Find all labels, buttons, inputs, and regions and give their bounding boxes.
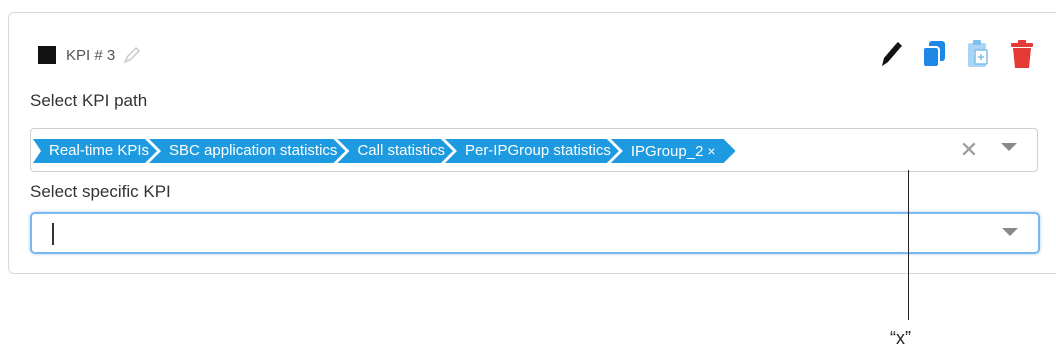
crumb-ipgroup-2[interactable]: IPGroup_2 ×	[611, 139, 736, 163]
specific-kpi-input[interactable]	[30, 212, 1040, 254]
edit-button[interactable]	[876, 38, 904, 70]
kpi-color-swatch[interactable]	[38, 46, 56, 64]
kpi-header: KPI # 3	[38, 44, 143, 66]
breadcrumb: Real-time KPIs SBC application statistic…	[33, 139, 728, 163]
crumb-ipgroup-2-label: IPGroup_2	[630, 143, 704, 160]
kpi-actions	[876, 38, 1036, 70]
trash-icon	[1011, 40, 1033, 68]
copy-button[interactable]	[920, 38, 948, 70]
text-caret	[52, 223, 54, 245]
paste-button[interactable]	[964, 38, 992, 70]
chevron-down-icon[interactable]	[1001, 143, 1017, 151]
remove-crumb-icon[interactable]: ×	[707, 143, 715, 159]
clear-path-icon[interactable]: ✕	[959, 137, 979, 163]
crumb-realtime-kpis[interactable]: Real-time KPIs	[33, 139, 157, 163]
crumb-per-ipgroup-statistics[interactable]: Per-IPGroup statistics	[445, 139, 619, 163]
delete-button[interactable]	[1008, 38, 1036, 70]
specific-kpi-label: Select specific KPI	[30, 182, 171, 201]
crumb-sbc-application-statistics[interactable]: SBC application statistics	[149, 139, 345, 163]
copy-icon	[922, 41, 945, 68]
kpi-title: KPI # 3	[66, 46, 116, 64]
kpi-path-label: Select KPI path	[30, 91, 148, 110]
paste-icon	[968, 40, 988, 67]
callout-label: “x”	[890, 328, 911, 348]
pencil-outline-icon[interactable]	[121, 44, 143, 66]
kpi-path-select[interactable]: Real-time KPIs SBC application statistic…	[30, 128, 1038, 172]
pen-icon	[882, 42, 902, 66]
crumb-call-statistics[interactable]: Call statistics	[337, 139, 453, 163]
chevron-down-icon[interactable]	[1002, 228, 1018, 236]
callout-line	[908, 170, 909, 320]
